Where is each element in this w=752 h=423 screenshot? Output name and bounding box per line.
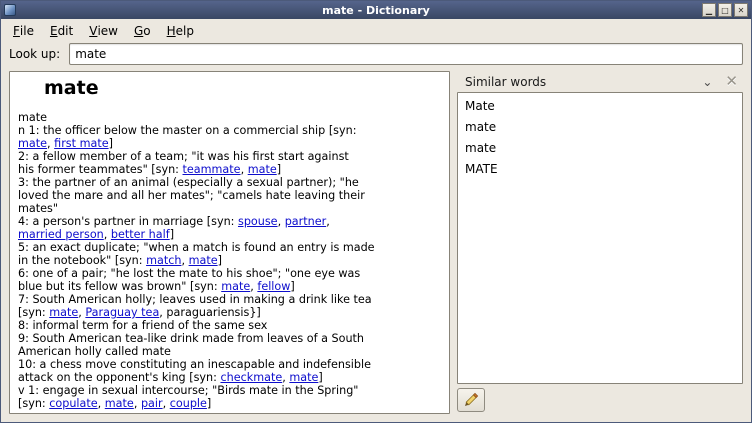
app-icon [4,4,16,16]
definition-line: v 1: engage in sexual intercourse; "Bird… [18,384,441,397]
definition-headword: mate [44,77,441,99]
word-link[interactable]: teammate [183,163,241,176]
definition-line: 6: one of a pair; "he lost the mate to h… [18,267,441,280]
definition-line: 8: informal term for a friend of the sam… [18,319,441,332]
similar-word-item[interactable]: MATE [458,159,742,180]
sidebar-footer [457,384,743,414]
lookup-row: Look up: [1,41,751,71]
word-link[interactable]: mate [105,397,134,410]
lookup-label: Look up: [9,47,60,61]
definition-line: 2: a fellow member of a team; "it was hi… [18,150,441,163]
similar-words-panel: Similar words ⌄ ✕ MatematemateMATE [457,71,743,414]
definition-line: attack on the opponent's king [syn: chec… [18,371,441,384]
similar-word-item[interactable]: Mate [458,96,742,117]
similar-words-header: Similar words ⌄ ✕ [457,71,743,92]
chevron-down-icon[interactable]: ⌄ [702,77,712,87]
definition-line: 5: an exact duplicate; "when a match is … [18,241,441,254]
definition-line: American holly called mate [18,345,441,358]
definition-line: 7: South American holly; leaves used in … [18,293,441,306]
definition-line: 3: the partner of an animal (especially … [18,176,441,189]
word-link[interactable]: partner [285,215,327,228]
definition-line: 10: a chess move constituting an inescap… [18,358,441,371]
definition-line: loved the mare and all her mates"; "came… [18,189,441,202]
lookup-input[interactable] [69,43,743,65]
definition-body: maten 1: the officer below the master on… [18,111,441,410]
word-link[interactable]: checkmate [220,371,282,384]
definition-line: n 1: the officer below the master on a c… [18,124,441,137]
definition-line: [syn: copulate, mate, pair, couple] [18,397,441,410]
menu-edit[interactable]: Edit [42,20,81,41]
dictionary-window: mate - Dictionary ▁ □ ✕ FileEditViewGoHe… [0,0,752,423]
word-link[interactable]: spouse [238,215,278,228]
similar-word-item[interactable]: mate [458,138,742,159]
word-link[interactable]: mate [189,254,218,267]
titlebar[interactable]: mate - Dictionary ▁ □ ✕ [1,1,751,19]
minimize-button[interactable]: ▁ [702,3,716,17]
definition-line: mates" [18,202,441,215]
definition-panel[interactable]: mate maten 1: the officer below the mast… [9,71,450,414]
definition-line: 4: a person's partner in marriage [syn: … [18,215,441,228]
pencil-icon [463,392,479,408]
word-link[interactable]: fellow [257,280,290,293]
definition-line: [syn: mate, Paraguay tea, paraguariensis… [18,306,441,319]
definition-line: married person, better half] [18,228,441,241]
similar-word-item[interactable]: mate [458,117,742,138]
similar-words-title: Similar words [465,75,702,89]
definition-line: mate [18,111,441,124]
definition-line: mate, first mate] [18,137,441,150]
main-area: mate maten 1: the officer below the mast… [1,71,751,422]
word-link[interactable]: better half [111,228,170,241]
word-link[interactable]: match [146,254,181,267]
word-link[interactable]: mate [289,371,318,384]
menu-go[interactable]: Go [126,20,159,41]
menu-file[interactable]: File [5,20,42,41]
edit-button[interactable] [457,388,485,412]
word-link[interactable]: Paraguay tea [85,306,159,319]
maximize-button[interactable]: □ [718,3,732,17]
word-link[interactable]: first mate [54,137,108,150]
word-link[interactable]: pair [141,397,163,410]
word-link[interactable]: couple [170,397,207,410]
word-link[interactable]: mate [248,163,277,176]
menubar: FileEditViewGoHelp [1,19,751,41]
panel-close-icon[interactable]: ✕ [725,74,738,89]
word-link[interactable]: copulate [49,397,97,410]
word-link[interactable]: mate [221,280,250,293]
word-link[interactable]: married person [18,228,104,241]
definition-line: in the notebook" [syn: match, mate] [18,254,441,267]
word-link[interactable]: mate [18,137,47,150]
word-link[interactable]: mate [49,306,78,319]
menu-view[interactable]: View [81,20,126,41]
close-button[interactable]: ✕ [734,3,748,17]
menu-help[interactable]: Help [159,20,202,41]
window-title: mate - Dictionary [1,4,751,17]
definition-line: blue but its fellow was brown" [syn: mat… [18,280,441,293]
similar-words-list: MatematemateMATE [457,92,743,384]
definition-line: his former teammates" [syn: teammate, ma… [18,163,441,176]
definition-line: 9: South American tea-like drink made fr… [18,332,441,345]
